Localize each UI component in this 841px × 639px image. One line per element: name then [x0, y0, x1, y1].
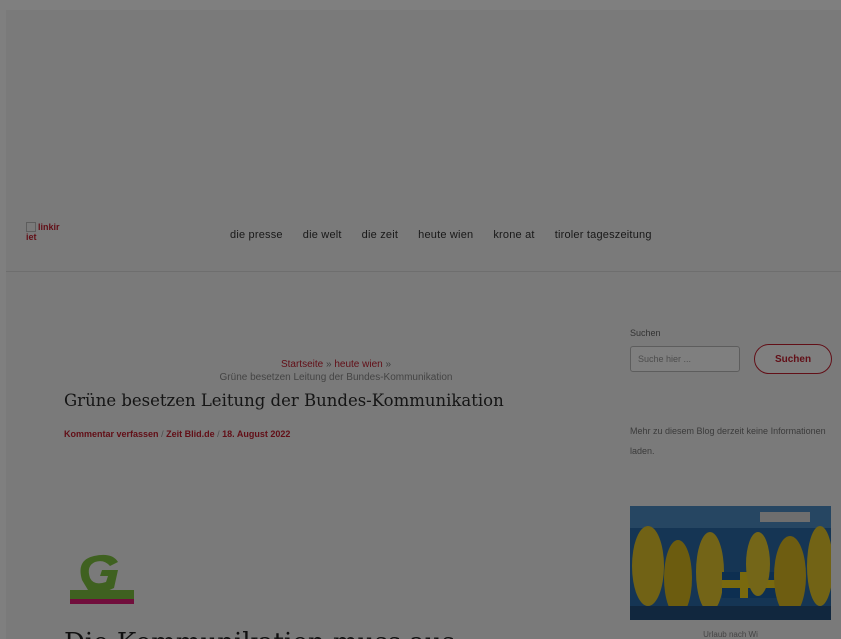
modal-overlay[interactable] — [0, 0, 841, 639]
